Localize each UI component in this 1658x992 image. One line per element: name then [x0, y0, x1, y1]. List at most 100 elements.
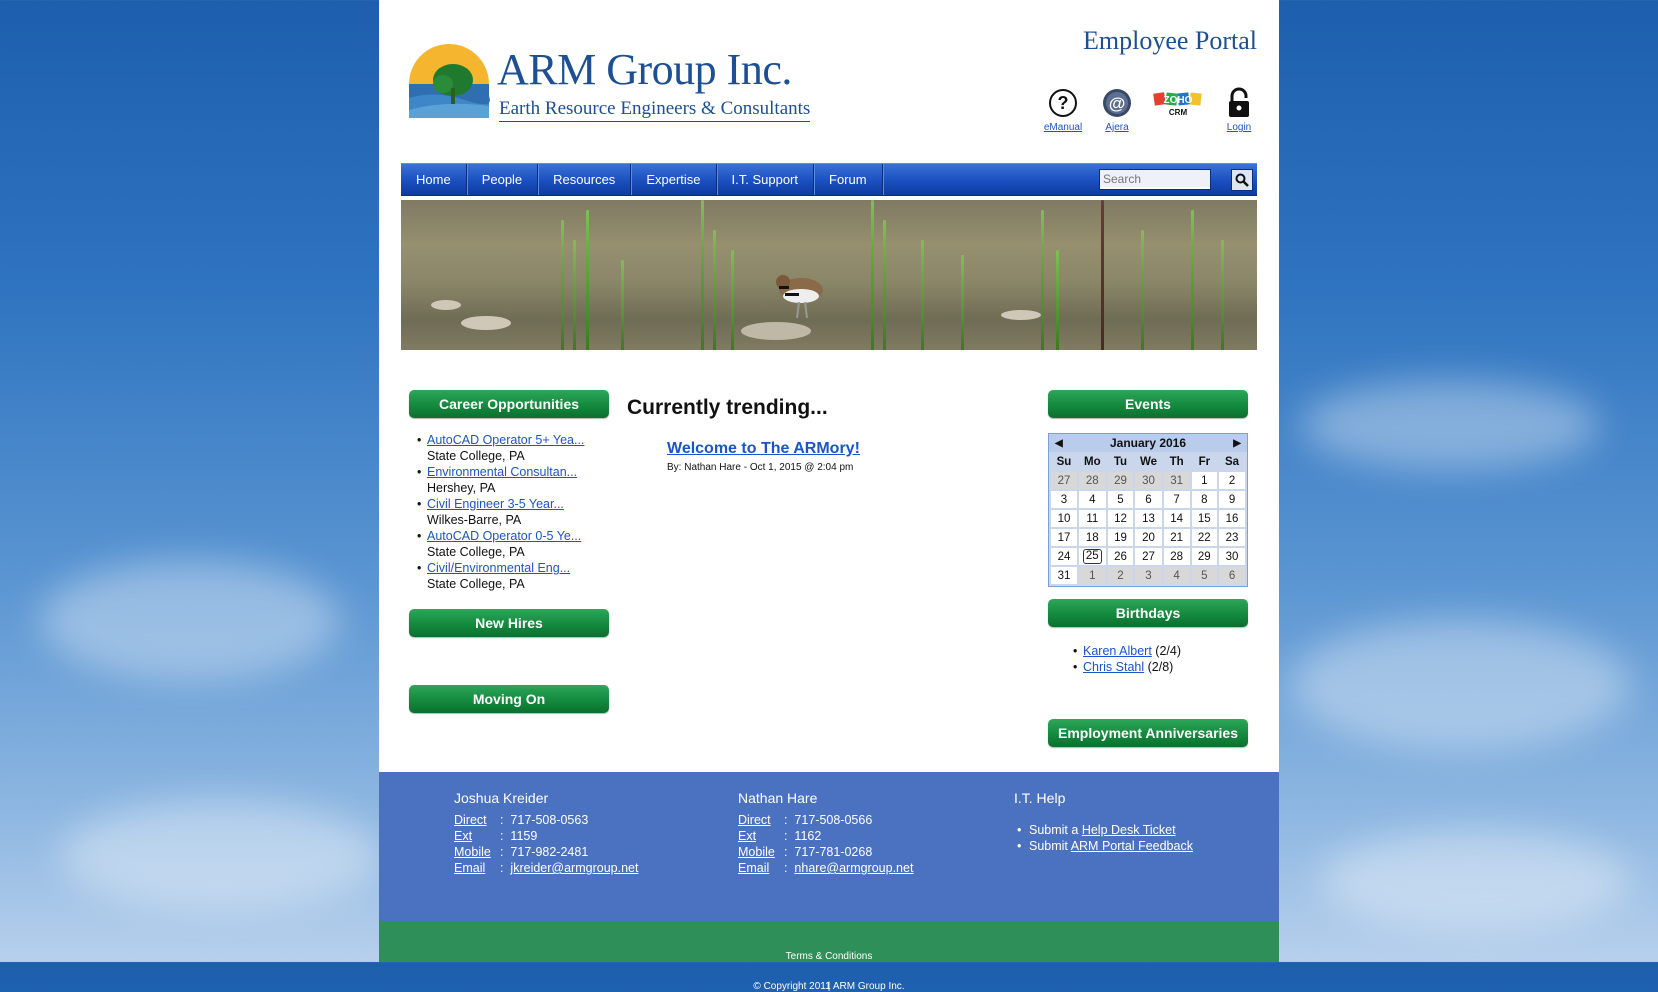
birthday-person-link[interactable]: Chris Stahl — [1083, 660, 1144, 674]
calendar-day[interactable]: 10 — [1051, 510, 1077, 527]
portal-feedback-link[interactable]: ARM Portal Feedback — [1071, 839, 1193, 853]
calendar-day[interactable]: 25 — [1078, 548, 1106, 565]
calendar-day[interactable]: 15 — [1191, 510, 1218, 527]
mobile-number: 717-982-2481 — [510, 845, 589, 859]
nav-forum[interactable]: Forum — [814, 164, 883, 195]
email-link[interactable]: jkreider@armgroup.net — [510, 860, 638, 876]
email-link[interactable]: nhare@armgroup.net — [794, 860, 913, 876]
calendar-day[interactable]: 24 — [1051, 548, 1077, 565]
calendar-day[interactable]: 4 — [1078, 491, 1106, 508]
calendar-day[interactable]: 29 — [1191, 548, 1218, 565]
direct-label[interactable]: Direct — [454, 812, 500, 828]
calendar-day[interactable]: 23 — [1219, 529, 1245, 546]
calendar-day[interactable]: 30 — [1135, 472, 1162, 489]
list-item: AutoCAD Operator 0-5 Ye... State College,… — [409, 528, 609, 560]
calendar-day[interactable]: 14 — [1163, 510, 1190, 527]
calendar-day[interactable]: 26 — [1107, 548, 1134, 565]
calendar-day[interactable]: 6 — [1219, 567, 1245, 584]
calendar-day[interactable]: 31 — [1051, 567, 1077, 584]
search-input[interactable] — [1100, 170, 1210, 187]
weekday-header: Tu — [1113, 456, 1128, 468]
calendar-day[interactable]: 21 — [1163, 529, 1190, 546]
mobile-label[interactable]: Mobile — [738, 844, 784, 860]
zoho-sub: CRM — [1169, 108, 1188, 117]
terms-link[interactable]: Terms & Conditions — [786, 951, 873, 962]
birthdays-button[interactable]: Birthdays — [1048, 599, 1248, 627]
calendar-day[interactable]: 7 — [1163, 491, 1190, 508]
calendar-day[interactable]: 31 — [1163, 472, 1190, 489]
zoho-crm-icon[interactable]: ZOHO CRM — [1153, 86, 1203, 120]
direct-number: 717-508-0563 — [510, 813, 589, 827]
calendar-day[interactable]: 12 — [1107, 510, 1134, 527]
calendar-day[interactable]: 27 — [1051, 472, 1077, 489]
calendar-day[interactable]: 3 — [1051, 491, 1077, 508]
calendar-day[interactable]: 28 — [1078, 472, 1106, 489]
calendar-day[interactable]: 19 — [1107, 529, 1134, 546]
weekday-header: We — [1139, 456, 1158, 468]
calendar-day[interactable]: 1 — [1191, 472, 1218, 489]
mobile-label[interactable]: Mobile — [454, 844, 500, 860]
calendar-day[interactable]: 9 — [1219, 491, 1245, 508]
nav-it-support[interactable]: I.T. Support — [717, 164, 814, 195]
login-link-group[interactable]: Login — [1221, 86, 1257, 133]
email-label[interactable]: Email — [738, 860, 784, 876]
ajera-link[interactable]: Ajera — [1105, 122, 1128, 133]
calendar-day[interactable]: 13 — [1135, 510, 1162, 527]
career-opportunities-button[interactable]: Career Opportunities — [409, 390, 609, 418]
calendar-day[interactable]: 30 — [1219, 548, 1245, 565]
calendar-day[interactable]: 16 — [1219, 510, 1245, 527]
moving-on-button[interactable]: Moving On — [409, 685, 609, 713]
nav-people[interactable]: People — [467, 164, 539, 195]
job-link[interactable]: Civil/Environmental Eng... — [427, 561, 570, 575]
zoho-crm-link-group[interactable]: ZOHO CRM — [1153, 86, 1203, 133]
emanual-link[interactable]: eManual — [1044, 122, 1082, 133]
ext-label[interactable]: Ext — [738, 828, 784, 844]
list-item: Environmental Consultan... Hershey, PA — [409, 464, 609, 496]
calendar-day[interactable]: 11 — [1078, 510, 1106, 527]
calendar-day[interactable]: 8 — [1191, 491, 1218, 508]
calendar-day[interactable]: 22 — [1191, 529, 1218, 546]
help-desk-ticket-link[interactable]: Help Desk Ticket — [1082, 823, 1176, 837]
job-link[interactable]: AutoCAD Operator 0-5 Ye... — [427, 529, 581, 543]
next-month-icon[interactable]: ▶ — [1233, 438, 1241, 449]
calendar-day[interactable]: 5 — [1191, 567, 1218, 584]
login-link[interactable]: Login — [1227, 122, 1251, 133]
post-title-link[interactable]: Welcome to The ARMory! — [667, 440, 860, 458]
calendar-day[interactable]: 28 — [1163, 548, 1190, 565]
calendar-day[interactable]: 6 — [1135, 491, 1162, 508]
direct-label[interactable]: Direct — [738, 812, 784, 828]
email-label[interactable]: Email — [454, 860, 500, 876]
calendar-day[interactable]: 2 — [1107, 567, 1134, 584]
calendar-day[interactable]: 4 — [1163, 567, 1190, 584]
job-link[interactable]: AutoCAD Operator 5+ Yea... — [427, 433, 584, 447]
nav-resources[interactable]: Resources — [538, 164, 632, 195]
emanual-link-group[interactable]: ? eManual — [1044, 86, 1082, 133]
ajera-link-group[interactable]: @ Ajera — [1099, 86, 1135, 133]
calendar-day[interactable]: 2 — [1219, 472, 1245, 489]
prev-month-icon[interactable]: ◀ — [1055, 438, 1063, 449]
birthday-person-link[interactable]: Karen Albert — [1083, 644, 1152, 658]
lock-icon[interactable] — [1222, 86, 1256, 120]
ext-label[interactable]: Ext — [454, 828, 500, 844]
calendar-day[interactable]: 18 — [1078, 529, 1106, 546]
search-button[interactable] — [1231, 169, 1253, 191]
calendar-day[interactable]: 3 — [1135, 567, 1162, 584]
help-icon[interactable]: ? — [1046, 86, 1080, 120]
calendar-day[interactable]: 20 — [1135, 529, 1162, 546]
calendar-day[interactable]: 5 — [1107, 491, 1134, 508]
new-hires-button[interactable]: New Hires — [409, 609, 609, 637]
nav-expertise[interactable]: Expertise — [631, 164, 717, 195]
events-button[interactable]: Events — [1048, 390, 1248, 418]
calendar-day[interactable]: 27 — [1135, 548, 1162, 565]
calendar-day[interactable]: 29 — [1107, 472, 1134, 489]
calendar-day[interactable]: 1 — [1078, 567, 1106, 584]
company-logo[interactable]: ARM Group Inc. Earth Resource Engineers … — [405, 40, 825, 122]
job-link[interactable]: Environmental Consultan... — [427, 465, 577, 479]
job-link[interactable]: Civil Engineer 3-5 Year... — [427, 497, 564, 511]
ajera-icon[interactable]: @ — [1100, 86, 1134, 120]
list-item: Civil/Environmental Eng... State College,… — [409, 560, 609, 592]
employment-anniversaries-button[interactable]: Employment Anniversaries — [1048, 719, 1248, 747]
calendar-day[interactable]: 17 — [1051, 529, 1077, 546]
direct-number: 717-508-0566 — [794, 813, 873, 827]
nav-home[interactable]: Home — [401, 164, 467, 195]
